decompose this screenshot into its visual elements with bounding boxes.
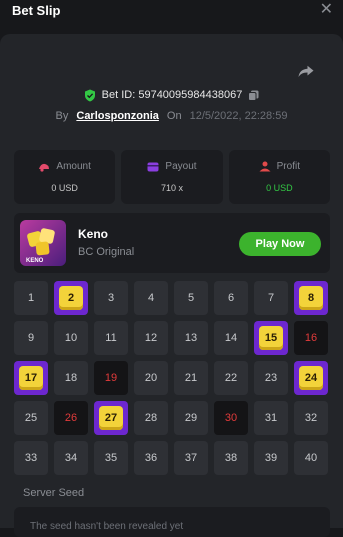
keno-cell-drawn: 16: [294, 321, 328, 355]
keno-cell: 21: [174, 361, 208, 395]
keno-cell: 7: [254, 281, 288, 315]
keno-cell: 18: [54, 361, 88, 395]
bet-slip-title: Bet Slip: [12, 3, 61, 18]
share-icon[interactable]: [297, 62, 315, 80]
keno-cell: 22: [214, 361, 248, 395]
profit-icon: [259, 161, 271, 172]
server-seed-label: Server Seed: [23, 487, 85, 499]
keno-cell: 39: [254, 441, 288, 475]
keno-cell-hit: 24: [294, 361, 328, 395]
keno-cell: 33: [14, 441, 48, 475]
keno-cell: 28: [134, 401, 168, 435]
keno-cell: 13: [174, 321, 208, 355]
keno-cell-hit: 17: [14, 361, 48, 395]
shield-check-icon: [84, 89, 95, 101]
keno-logo-text: KENO: [26, 258, 44, 264]
stat-amount-label: Amount: [56, 161, 91, 172]
stat-profit-label: Profit: [276, 161, 300, 172]
keno-ball: 8: [299, 286, 323, 310]
keno-cell: 37: [174, 441, 208, 475]
keno-cell: 25: [14, 401, 48, 435]
bet-date: 12/5/2022, 22:28:59: [189, 110, 288, 122]
keno-cell-drawn: 19: [94, 361, 128, 395]
keno-ball: 15: [259, 326, 283, 350]
close-icon[interactable]: ✕: [320, 2, 333, 18]
keno-cell: 38: [214, 441, 248, 475]
keno-cell: 34: [54, 441, 88, 475]
keno-cell: 40: [294, 441, 328, 475]
stat-amount: Amount 0 USD: [14, 150, 116, 204]
game-subtitle: BC Original: [78, 246, 135, 258]
header: Bet Slip ✕: [0, 0, 343, 34]
keno-cell: 29: [174, 401, 208, 435]
keno-ball: 27: [99, 406, 123, 430]
keno-cell: 9: [14, 321, 48, 355]
keno-ball: 17: [19, 366, 43, 390]
keno-logo-icon: KENO: [26, 228, 55, 264]
keno-cell: 10: [54, 321, 88, 355]
keno-cell: 6: [214, 281, 248, 315]
stat-payout-value: 710 x: [160, 183, 183, 193]
keno-ball: 24: [299, 366, 323, 390]
keno-cell: 12: [134, 321, 168, 355]
keno-cell: 11: [94, 321, 128, 355]
stat-payout-label: Payout: [165, 161, 197, 172]
keno-cell-drawn: 30: [214, 401, 248, 435]
keno-cell: 31: [254, 401, 288, 435]
keno-cell: 32: [294, 401, 328, 435]
keno-game-icon: KENO: [20, 220, 66, 266]
game-card: KENO Keno BC Original Play Now: [14, 213, 330, 273]
game-name: Keno: [78, 227, 108, 241]
bet-stats: Amount 0 USD Payout 710 x Profit 0 USD: [14, 150, 330, 204]
keno-cell: 3: [94, 281, 128, 315]
bet-id-row: Bet ID: 59740095984438067: [0, 87, 343, 103]
on-label: On: [166, 110, 182, 122]
keno-cell: 23: [254, 361, 288, 395]
bet-id: Bet ID: 59740095984438067: [101, 89, 243, 101]
keno-cell-hit: 15: [254, 321, 288, 355]
stat-profit-value: 0 USD: [266, 183, 293, 193]
keno-cell-hit: 27: [94, 401, 128, 435]
keno-cell: 1: [14, 281, 48, 315]
keno-cell-drawn: 26: [54, 401, 88, 435]
keno-cell: 5: [174, 281, 208, 315]
keno-cell: 4: [134, 281, 168, 315]
keno-cell: 20: [134, 361, 168, 395]
keno-cell: 35: [94, 441, 128, 475]
server-seed-box: The seed hasn't been revealed yet: [14, 507, 330, 537]
payout-icon: [147, 162, 159, 171]
keno-cell: 14: [214, 321, 248, 355]
bet-author-row: By Carlosponzonia On 12/5/2022, 22:28:59: [0, 108, 343, 124]
play-now-button[interactable]: Play Now: [239, 232, 321, 256]
copy-icon[interactable]: [248, 90, 259, 101]
amount-icon: [39, 163, 50, 172]
username-link[interactable]: Carlosponzonia: [76, 110, 159, 122]
keno-cell-hit: 2: [54, 281, 88, 315]
keno-ball: 2: [59, 286, 83, 310]
by-label: By: [55, 110, 69, 122]
stat-amount-value: 0 USD: [51, 183, 78, 193]
stat-profit: Profit 0 USD: [228, 150, 330, 204]
keno-cell: 36: [134, 441, 168, 475]
server-seed-text: The seed hasn't been revealed yet: [30, 521, 184, 532]
keno-cell-hit: 8: [294, 281, 328, 315]
stat-payout: Payout 710 x: [121, 150, 223, 204]
